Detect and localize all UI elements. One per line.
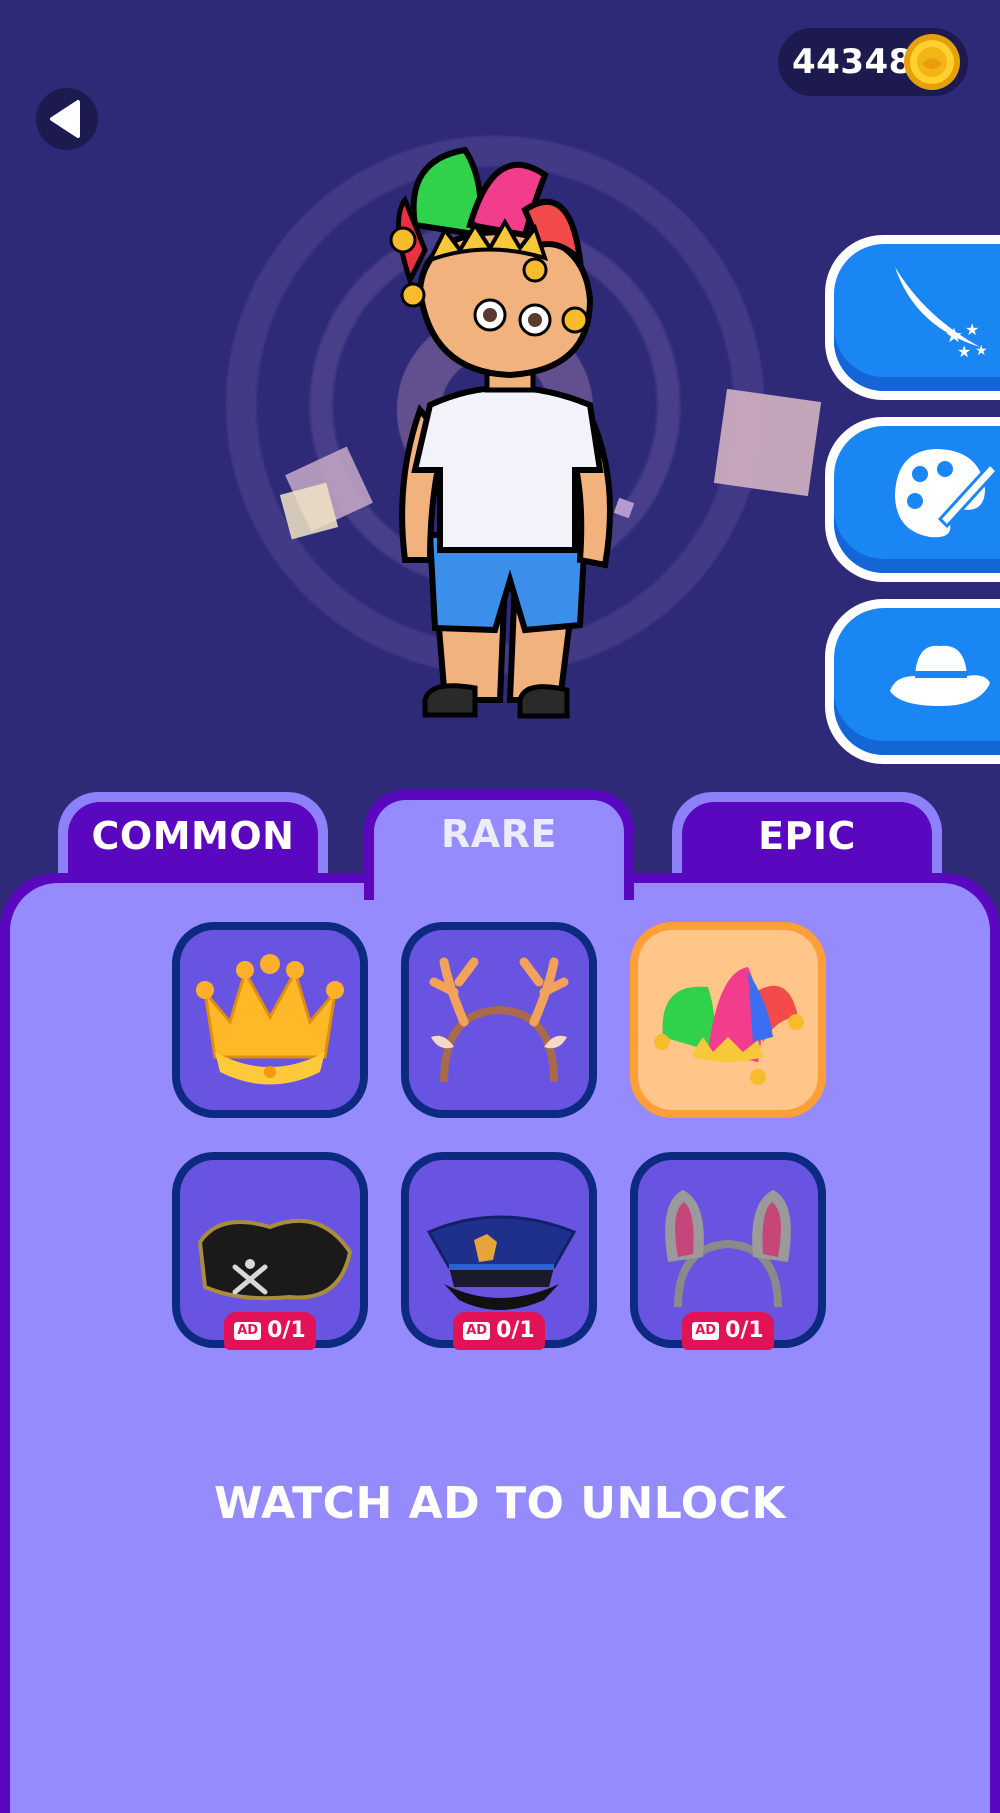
tab-rare[interactable]: RARE [364,790,634,900]
pirate-hat-icon [197,1218,353,1301]
jester-hat-icon [654,967,804,1085]
ad-progress: 0/1 [267,1318,306,1343]
shooting-star-trail-icon: ★ ★ ★ ★ [895,267,988,361]
back-arrow-icon [50,100,80,138]
reindeer-antlers-headband-icon [429,957,569,1083]
watch-ad-unlock-text[interactable]: WATCH AD TO UNLOCK [0,1478,1000,1529]
svg-text:★: ★ [965,320,979,339]
paint-palette-icon [895,449,995,538]
item-card-bunny[interactable]: AD 0/1 [630,1152,826,1350]
tab-epic-label: EPIC [758,814,856,858]
bunny-ears-headband-icon [665,1190,791,1308]
ad-progress: 0/1 [725,1318,764,1343]
tab-common-label: COMMON [91,814,295,858]
color-button[interactable] [825,417,1000,582]
fedora-hat-icon [890,645,990,706]
item-card-police[interactable]: AD 0/1 [401,1152,597,1350]
confetti-square [713,388,822,497]
gold-crown-icon [196,954,344,1085]
svg-text:★: ★ [975,343,988,359]
item-card-antlers[interactable] [401,922,597,1118]
hats-button[interactable] [825,599,1000,764]
coin-amount: 44348 [792,42,913,82]
item-card-pirate[interactable]: AD 0/1 [172,1152,368,1350]
effects-button[interactable]: ★ ★ ★ ★ [825,235,1000,400]
ad-tag: AD [234,1322,262,1340]
ad-tag: AD [463,1322,491,1340]
ad-unlock-badge: AD 0/1 [682,1312,774,1350]
ad-progress: 0/1 [496,1318,535,1343]
police-cap-icon [426,1215,577,1310]
ad-unlock-badge: AD 0/1 [453,1312,545,1350]
svg-text:★: ★ [957,342,971,361]
ad-unlock-badge: AD 0/1 [224,1312,316,1350]
tab-rare-label: RARE [441,812,557,856]
gold-coin-icon [902,32,962,92]
player-character [385,140,645,740]
item-card-crown[interactable] [172,922,368,1118]
item-card-jester[interactable] [630,922,826,1118]
back-button[interactable] [36,88,98,150]
ad-tag: AD [692,1322,720,1340]
